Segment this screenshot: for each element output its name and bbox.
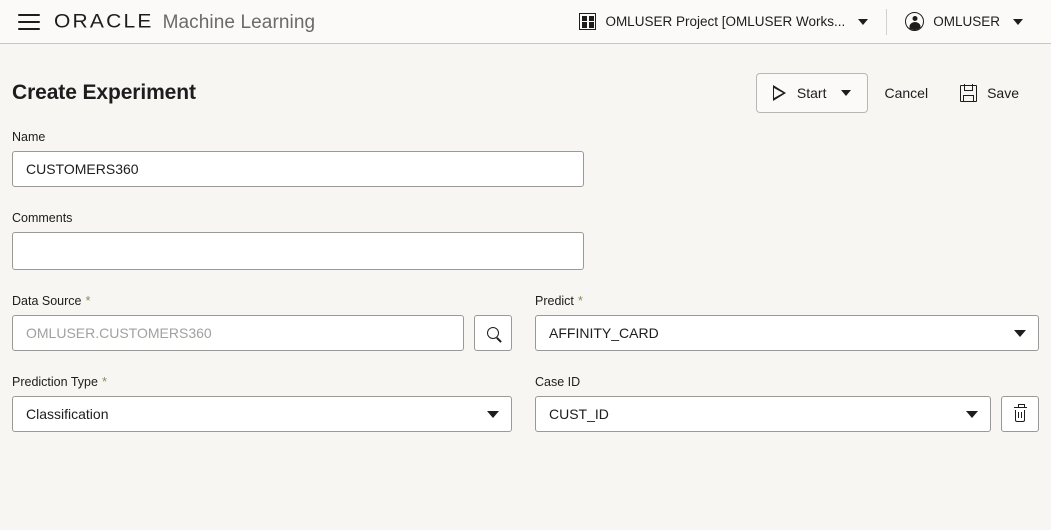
page-header-row: Create Experiment Start Cancel Save bbox=[0, 44, 1051, 116]
prediction-type-label: Prediction Type * bbox=[12, 375, 512, 389]
hamburger-line bbox=[18, 13, 40, 16]
predict-select-value: AFFINITY_CARD bbox=[549, 325, 659, 341]
play-icon bbox=[772, 85, 786, 101]
predict-select[interactable]: AFFINITY_CARD bbox=[535, 315, 1039, 351]
data-source-control: OMLUSER.CUSTOMERS360 bbox=[12, 315, 512, 351]
field-comments: Comments bbox=[12, 211, 584, 270]
case-id-select[interactable]: CUST_ID bbox=[535, 396, 991, 432]
chevron-down-icon[interactable] bbox=[841, 90, 852, 96]
trash-icon bbox=[1013, 404, 1027, 422]
chevron-down-icon bbox=[1014, 329, 1026, 337]
required-asterisk: * bbox=[101, 374, 107, 389]
header-divider bbox=[886, 8, 888, 35]
prediction-type-label-text: Prediction Type bbox=[12, 375, 98, 389]
start-button-label: Start bbox=[796, 85, 827, 101]
name-label-text: Name bbox=[12, 130, 46, 144]
case-id-label: Case ID bbox=[535, 375, 1039, 389]
field-prediction-type: Prediction Type * Classification bbox=[12, 375, 512, 432]
user-menu-label: OMLUSER bbox=[933, 14, 1000, 29]
user-menu[interactable]: OMLUSER bbox=[891, 0, 1037, 44]
floppy-disk-icon bbox=[960, 83, 978, 103]
cancel-button[interactable]: Cancel bbox=[868, 73, 944, 113]
field-name: Name CUSTOMERS360 bbox=[12, 130, 584, 187]
grid-icon bbox=[579, 13, 597, 30]
project-selector-label: OMLUSER Project [OMLUSER Works... bbox=[605, 14, 846, 29]
data-source-label-text: Data Source bbox=[12, 294, 82, 308]
header-left-group: ORACLE Machine Learning bbox=[18, 10, 315, 34]
trash-lid bbox=[1013, 404, 1027, 409]
data-source-input[interactable]: OMLUSER.CUSTOMERS360 bbox=[12, 315, 464, 351]
form-row-datasource-predict: Data Source * OMLUSER.CUSTOMERS360 Predi… bbox=[12, 294, 1039, 351]
comments-label: Comments bbox=[12, 211, 584, 225]
required-asterisk: * bbox=[85, 293, 91, 308]
hamburger-line bbox=[18, 20, 40, 23]
predict-label: Predict * bbox=[535, 294, 1039, 308]
project-selector[interactable]: OMLUSER Project [OMLUSER Works... bbox=[565, 0, 882, 44]
name-input[interactable]: CUSTOMERS360 bbox=[12, 151, 584, 187]
page-actions: Start Cancel Save bbox=[755, 73, 1035, 113]
field-predict: Predict * AFFINITY_CARD bbox=[535, 294, 1039, 351]
form-row-predictiontype-caseid: Prediction Type * Classification Case ID… bbox=[12, 375, 1039, 432]
save-button[interactable]: Save bbox=[944, 73, 1035, 113]
grid-cell bbox=[581, 22, 588, 28]
chevron-down-icon bbox=[858, 18, 869, 25]
header-right-group: OMLUSER Project [OMLUSER Works... OMLUSE… bbox=[565, 0, 1037, 44]
user-avatar-icon bbox=[905, 12, 925, 31]
case-id-select-value: CUST_ID bbox=[549, 406, 609, 422]
chevron-down-icon bbox=[487, 410, 499, 418]
predict-label-text: Predict bbox=[535, 294, 574, 308]
experiment-form: Name CUSTOMERS360 Comments Data Source *… bbox=[0, 130, 1051, 432]
trash-can bbox=[1015, 409, 1025, 422]
hamburger-line bbox=[18, 27, 40, 30]
field-case-id: Case ID CUST_ID bbox=[535, 375, 1039, 432]
case-id-label-text: Case ID bbox=[535, 375, 581, 389]
prediction-type-select-value: Classification bbox=[26, 406, 109, 422]
data-source-search-button[interactable] bbox=[474, 315, 512, 351]
hamburger-menu-icon[interactable] bbox=[18, 13, 40, 30]
oracle-wordmark: ORACLE bbox=[54, 10, 154, 32]
app-header: ORACLE Machine Learning OMLUSER Project … bbox=[0, 0, 1051, 44]
comments-label-text: Comments bbox=[12, 211, 73, 225]
case-id-control: CUST_ID bbox=[535, 396, 1039, 432]
brand-logo: ORACLE Machine Learning bbox=[54, 10, 315, 34]
grid-cell bbox=[581, 15, 588, 21]
name-label: Name bbox=[12, 130, 584, 144]
grid-cell bbox=[588, 22, 594, 28]
required-asterisk: * bbox=[577, 293, 583, 308]
prediction-type-select[interactable]: Classification bbox=[12, 396, 512, 432]
product-name: Machine Learning bbox=[162, 11, 316, 33]
save-button-label: Save bbox=[987, 85, 1019, 101]
page-title: Create Experiment bbox=[12, 81, 196, 104]
comments-input[interactable] bbox=[12, 232, 584, 270]
chevron-down-icon bbox=[1013, 18, 1023, 25]
search-icon bbox=[487, 327, 499, 339]
case-id-delete-button[interactable] bbox=[1001, 396, 1039, 432]
chevron-down-icon bbox=[966, 410, 978, 418]
field-data-source: Data Source * OMLUSER.CUSTOMERS360 bbox=[12, 294, 512, 351]
start-button[interactable]: Start bbox=[755, 73, 869, 113]
data-source-label: Data Source * bbox=[12, 294, 512, 308]
grid-cell bbox=[588, 15, 594, 21]
